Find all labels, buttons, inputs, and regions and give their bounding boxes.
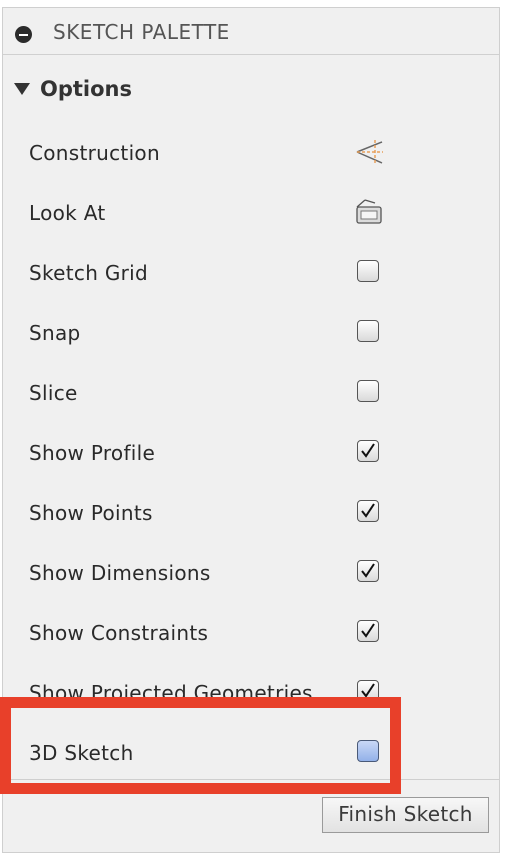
- expand-triangle-icon[interactable]: [14, 83, 30, 95]
- highlight-annotation-box: [0, 697, 401, 794]
- show-dimensions-checkbox[interactable]: [357, 560, 379, 582]
- row-show-points[interactable]: Show Points: [13, 484, 493, 544]
- palette-title: SKETCH PALETTE: [53, 20, 230, 44]
- row-show-constraints[interactable]: Show Constraints: [13, 604, 493, 664]
- checkmark-icon: [361, 563, 375, 578]
- finish-sketch-button[interactable]: Finish Sketch: [322, 797, 489, 833]
- show-points-checkbox[interactable]: [357, 500, 379, 522]
- row-snap[interactable]: Snap: [13, 304, 493, 364]
- palette-header[interactable]: SKETCH PALETTE: [3, 8, 499, 55]
- collapse-minus-icon[interactable]: [15, 26, 32, 43]
- row-slice[interactable]: Slice: [13, 364, 493, 424]
- row-sketch-grid[interactable]: Sketch Grid: [13, 244, 493, 304]
- row-show-profile[interactable]: Show Profile: [13, 424, 493, 484]
- sketch-grid-checkbox[interactable]: [357, 260, 379, 282]
- checkmark-icon: [361, 443, 375, 458]
- options-section-toggle[interactable]: Options: [14, 74, 132, 104]
- snap-checkbox[interactable]: [357, 320, 379, 342]
- checkmark-icon: [361, 503, 375, 518]
- show-profile-checkbox[interactable]: [357, 440, 379, 462]
- row-label: Show Constraints: [29, 621, 209, 645]
- look-at-icon[interactable]: [353, 196, 385, 228]
- show-constraints-checkbox[interactable]: [357, 620, 379, 642]
- row-label: Show Profile: [29, 441, 156, 465]
- slice-checkbox[interactable]: [357, 380, 379, 402]
- row-label: Slice: [29, 381, 78, 405]
- row-label: Snap: [29, 321, 81, 345]
- row-label: Construction: [29, 141, 160, 165]
- options-label: Options: [40, 77, 132, 101]
- row-construction[interactable]: Construction: [13, 124, 493, 184]
- row-show-dimensions[interactable]: Show Dimensions: [13, 544, 493, 604]
- row-label: Sketch Grid: [29, 261, 149, 285]
- row-look-at[interactable]: Look At: [13, 184, 493, 244]
- construction-icon[interactable]: [353, 136, 385, 168]
- checkmark-icon: [361, 623, 375, 638]
- row-label: Look At: [29, 201, 106, 225]
- row-label: Show Dimensions: [29, 561, 211, 585]
- row-label: Show Points: [29, 501, 153, 525]
